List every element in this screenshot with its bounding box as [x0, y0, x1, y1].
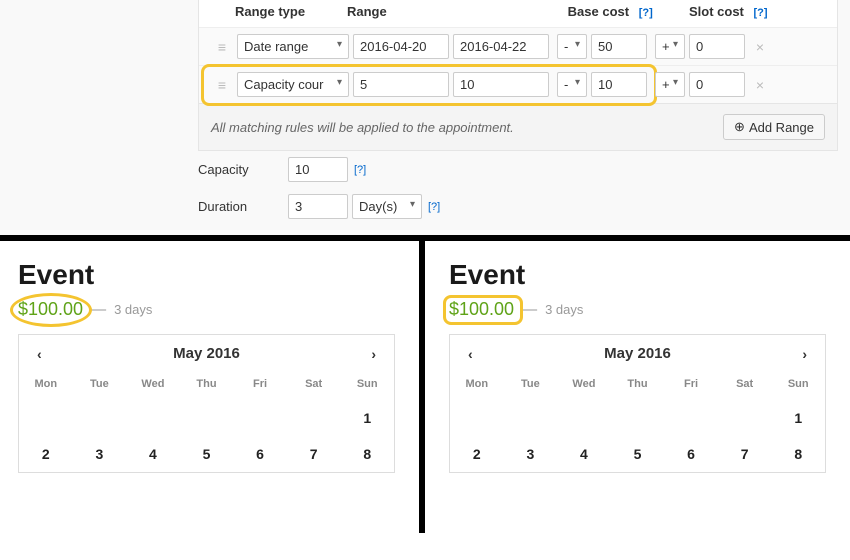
calendar-dow-row: Mon Tue Wed Thu Fri Sat Sun [450, 372, 825, 400]
help-icon[interactable]: [?] [354, 164, 366, 176]
calendar-day[interactable]: 8 [771, 436, 825, 472]
help-icon[interactable]: [?] [639, 7, 653, 19]
range-from-input[interactable]: 2016-04-20 [353, 34, 449, 59]
base-cost-sign-select[interactable]: - [557, 72, 587, 97]
help-icon[interactable]: [?] [428, 201, 440, 213]
cost-rule-row: ≡ Date range 2016-04-20 2016-04-22 - 50 … [199, 27, 837, 65]
calendar-week-row: 2 3 4 5 6 7 8 [19, 436, 394, 472]
slot-cost-input[interactable]: 0 [689, 34, 745, 59]
base-cost-input[interactable]: 50 [591, 34, 647, 59]
calendar-day[interactable]: 8 [340, 436, 394, 472]
table-header: Range type Range Base cost [?] Slot cost… [199, 0, 837, 27]
remove-row-icon[interactable]: × [745, 39, 775, 55]
calendar-prev-button[interactable]: ‹ [464, 346, 477, 362]
calendar-week-row: 1 [450, 400, 825, 436]
range-type-select[interactable]: Capacity cour [237, 72, 349, 97]
calendar-day[interactable]: 3 [73, 436, 127, 472]
calendar-day[interactable]: 6 [233, 436, 287, 472]
comparison-panels: Event $100.00 — 3 days ‹ May 2016 › Mon … [0, 241, 850, 533]
header-range-type: Range type [235, 4, 347, 19]
calendar-day[interactable]: 2 [19, 436, 73, 472]
calendar-dow-row: Mon Tue Wed Thu Fri Sat Sun [19, 372, 394, 400]
remove-row-icon[interactable]: × [745, 77, 775, 93]
event-price: $100.00 [18, 299, 83, 320]
base-cost-input[interactable]: 10 [591, 72, 647, 97]
calendar-widget: ‹ May 2016 › Mon Tue Wed Thu Fri Sat Sun [449, 334, 826, 473]
slot-cost-sign-select[interactable]: + [655, 34, 685, 59]
calendar-day[interactable]: 5 [180, 436, 234, 472]
calendar-month-title: May 2016 [477, 345, 799, 362]
cost-rule-row: ≡ Capacity cour 5 10 - 10 + 0 × [199, 65, 837, 103]
slot-cost-input[interactable]: 0 [689, 72, 745, 97]
calendar-day[interactable]: 4 [126, 436, 180, 472]
duration-input[interactable]: 3 [288, 194, 348, 219]
event-title: Event [449, 259, 826, 291]
range-to-input[interactable]: 10 [453, 72, 549, 97]
add-range-button[interactable]: ⊕ Add Range [723, 114, 825, 140]
calendar-day[interactable]: 4 [557, 436, 611, 472]
event-panel-left: Event $100.00 — 3 days ‹ May 2016 › Mon … [0, 241, 419, 533]
calendar-week-row: 1 [19, 400, 394, 436]
calendar-day[interactable]: 5 [611, 436, 665, 472]
header-range: Range [347, 4, 440, 19]
calendar-day[interactable]: 2 [450, 436, 504, 472]
cost-rules-table: Range type Range Base cost [?] Slot cost… [198, 0, 838, 151]
event-panel-right: Event $100.00 — 3 days ‹ May 2016 › Mon … [425, 241, 850, 533]
footer-note: All matching rules will be applied to th… [211, 120, 514, 135]
event-title: Event [18, 259, 395, 291]
calendar-day[interactable]: 1 [340, 400, 394, 436]
separator: — [522, 301, 537, 318]
table-footer: All matching rules will be applied to th… [199, 103, 837, 150]
range-type-select[interactable]: Date range [237, 34, 349, 59]
separator: — [91, 301, 106, 318]
event-price: $100.00 [449, 299, 514, 320]
calendar-prev-button[interactable]: ‹ [33, 346, 46, 362]
calendar-week-row: 2 3 4 5 6 7 8 [450, 436, 825, 472]
capacity-label: Capacity [198, 162, 288, 177]
capacity-input[interactable]: 10 [288, 157, 348, 182]
calendar-next-button[interactable]: › [798, 346, 811, 362]
event-days: 3 days [545, 302, 583, 317]
calendar-day[interactable]: 7 [287, 436, 341, 472]
calendar-next-button[interactable]: › [367, 346, 380, 362]
capacity-row: Capacity 10 [?] [0, 151, 850, 188]
help-icon[interactable]: [?] [754, 7, 768, 19]
duration-row: Duration 3 Day(s) [?] [0, 188, 850, 225]
calendar-day[interactable]: 3 [504, 436, 558, 472]
drag-handle-icon[interactable]: ≡ [207, 77, 237, 93]
header-base-cost: Base cost [568, 4, 629, 19]
range-from-input[interactable]: 5 [353, 72, 449, 97]
duration-unit-select[interactable]: Day(s) [352, 194, 422, 219]
calendar-day[interactable]: 6 [664, 436, 718, 472]
event-days: 3 days [114, 302, 152, 317]
slot-cost-sign-select[interactable]: + [655, 72, 685, 97]
duration-label: Duration [198, 199, 288, 214]
base-cost-sign-select[interactable]: - [557, 34, 587, 59]
calendar-widget: ‹ May 2016 › Mon Tue Wed Thu Fri Sat Sun [18, 334, 395, 473]
calendar-day[interactable]: 1 [771, 400, 825, 436]
plus-circle-icon: ⊕ [734, 119, 745, 135]
calendar-month-title: May 2016 [46, 345, 368, 362]
calendar-day[interactable]: 7 [718, 436, 772, 472]
header-slot-cost: Slot cost [689, 4, 744, 19]
cost-rules-panel: Range type Range Base cost [?] Slot cost… [0, 0, 850, 235]
drag-handle-icon[interactable]: ≡ [207, 39, 237, 55]
range-to-input[interactable]: 2016-04-22 [453, 34, 549, 59]
